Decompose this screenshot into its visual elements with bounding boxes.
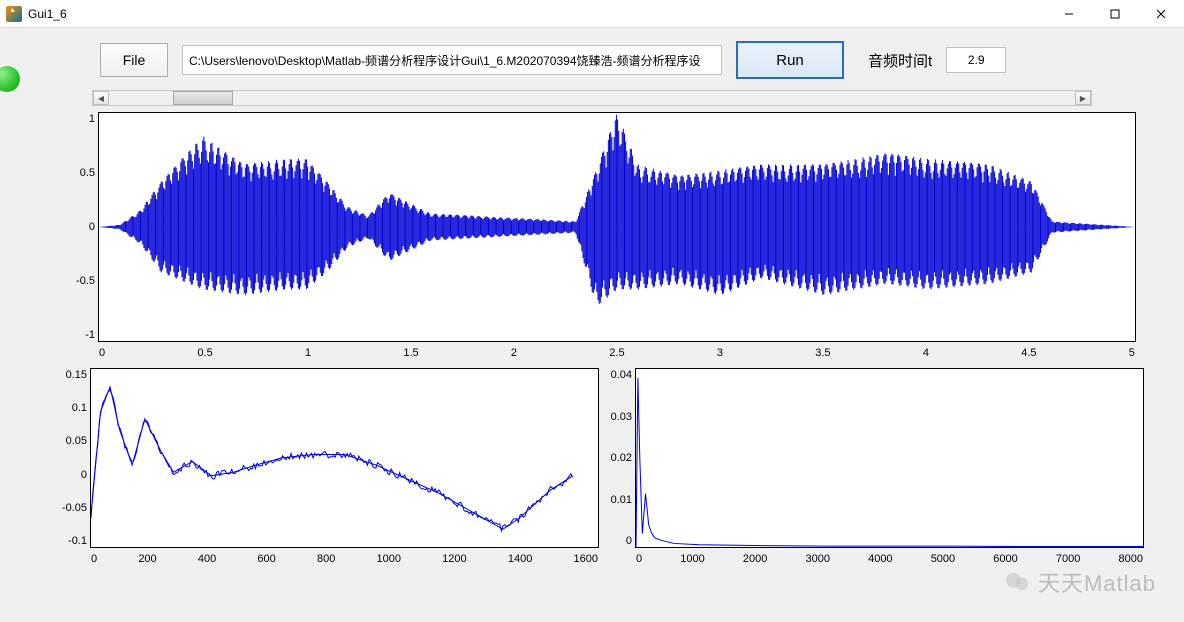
bottom-right-axes[interactable]: 0.04 0.03 0.02 0.01 0 010002000300040005… xyxy=(635,368,1144,548)
window-title: Gui1_6 xyxy=(28,7,67,21)
y-ticks-top: 1 0.5 0 -0.5 -1 xyxy=(57,113,95,341)
waveform-plot xyxy=(99,113,1135,341)
file-path-input[interactable] xyxy=(182,45,722,75)
control-row: File Run 音频时间t 2.9 xyxy=(0,36,1184,84)
y-ticks-br: 0.04 0.03 0.02 0.01 0 xyxy=(594,369,632,547)
close-button[interactable] xyxy=(1138,0,1184,28)
wechat-icon xyxy=(1004,571,1030,593)
minimize-button[interactable] xyxy=(1046,0,1092,28)
horizontal-scrollbar[interactable]: ◀ ▶ xyxy=(92,90,1092,106)
x-ticks-br: 010002000300040005000600070008000 xyxy=(636,553,1143,565)
x-ticks-bl: 02004006008001000120014001600 xyxy=(91,553,598,565)
run-button[interactable]: Run xyxy=(736,41,844,79)
scroll-right-arrow-icon[interactable]: ▶ xyxy=(1075,91,1091,105)
duration-value: 2.9 xyxy=(946,47,1006,73)
br-plot xyxy=(636,369,1143,547)
watermark: 天天Matlab xyxy=(1004,566,1156,598)
scroll-left-arrow-icon[interactable]: ◀ xyxy=(93,91,109,105)
app-icon xyxy=(6,6,22,22)
scroll-thumb[interactable] xyxy=(173,91,233,105)
figure-panel: File Run 音频时间t 2.9 ◀ ▶ 1 0.5 0 -0.5 -1 0… xyxy=(0,28,1184,622)
decorative-green-icon xyxy=(0,66,20,92)
waveform-axes[interactable]: 1 0.5 0 -0.5 -1 00.511.522.533.544.55 xyxy=(98,112,1136,342)
window-controls xyxy=(1046,0,1184,28)
bl-plot xyxy=(91,369,598,547)
plots-area: 1 0.5 0 -0.5 -1 00.511.522.533.544.55 0.… xyxy=(0,110,1184,548)
y-ticks-bl: 0.15 0.1 0.05 0 -0.05 -0.1 xyxy=(49,369,87,547)
bottom-left-axes[interactable]: 0.15 0.1 0.05 0 -0.05 -0.1 0200400600800… xyxy=(90,368,599,548)
duration-label: 音频时间t xyxy=(868,50,932,71)
title-bar: Gui1_6 xyxy=(0,0,1184,28)
x-ticks-top: 00.511.522.533.544.55 xyxy=(99,347,1135,359)
maximize-button[interactable] xyxy=(1092,0,1138,28)
file-button[interactable]: File xyxy=(100,43,168,77)
